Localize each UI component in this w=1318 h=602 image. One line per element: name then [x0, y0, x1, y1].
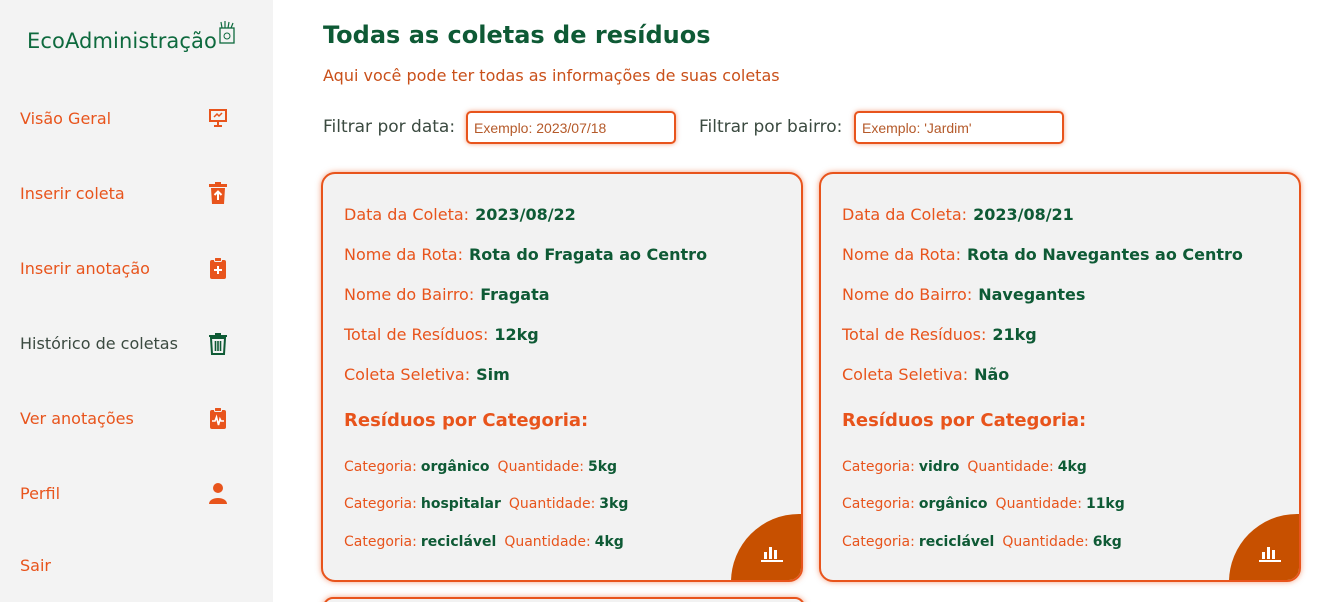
card-date-row: Data da Coleta: 2023/08/21 — [842, 205, 1074, 224]
clipboard-pulse-icon — [210, 407, 226, 429]
sidebar: EcoAdministração Visão Geral Inserir col… — [0, 0, 273, 602]
sidebar-item-visao-geral[interactable]: Visão Geral — [20, 103, 240, 133]
sidebar-item-label: Inserir anotação — [20, 258, 150, 278]
card-bairro: Fragata — [480, 285, 550, 304]
presentation-icon — [209, 109, 227, 127]
category-row: Categoria: vidro Quantidade: 4kg — [842, 459, 1087, 475]
collection-card: Data da Coleta: 2023/08/21 Nome da Rota: R… — [819, 172, 1301, 582]
sidebar-item-sair[interactable]: Sair — [20, 550, 240, 580]
card-total-row: Total de Resíduos: 12kg — [344, 325, 539, 344]
collection-card-partial — [323, 597, 805, 602]
chart-button[interactable] — [731, 514, 801, 580]
sidebar-item-ver-anotacoes[interactable]: Ver anotações — [20, 403, 240, 433]
card-seletiva: Sim — [476, 365, 510, 384]
card-seletiva: Não — [974, 365, 1010, 384]
card-route-row: Nome da Rota: Rota do Fragata ao Centro — [344, 245, 708, 264]
sidebar-item-label: Perfil — [20, 483, 61, 503]
card-date: 2023/08/21 — [973, 205, 1074, 224]
bairro-filter-label: Filtrar por bairro: — [699, 117, 843, 137]
main-content: Todas as coletas de resíduos Aqui você p… — [273, 0, 1318, 602]
card-date: 2023/08/22 — [475, 205, 576, 224]
card-total-row: Total de Resíduos: 21kg — [842, 325, 1037, 344]
bar-chart-icon — [1259, 547, 1281, 562]
recycle-bin-logo-icon — [219, 21, 235, 44]
sidebar-item-inserir-anotacao[interactable]: Inserir anotação — [20, 253, 240, 283]
category-row: Categoria: orgânico Quantidade: 5kg — [344, 459, 618, 475]
chart-button[interactable] — [1229, 514, 1299, 580]
sidebar-item-label: Ver anotações — [20, 408, 134, 428]
date-filter-label: Filtrar por data: — [323, 117, 456, 137]
category-row: Categoria: reciclável Quantidade: 6kg — [842, 534, 1122, 550]
date-filter-input[interactable] — [466, 111, 676, 144]
card-bairro-row: Nome do Bairro: Navegantes — [842, 285, 1086, 304]
card-route: Rota do Fragata ao Centro — [468, 245, 708, 264]
category-row: Categoria: orgânico Quantidade: 11kg — [842, 496, 1125, 512]
trash-can-icon — [209, 333, 227, 355]
sidebar-item-label: Histórico de coletas — [20, 333, 178, 353]
card-bairro: Navegantes — [978, 285, 1086, 304]
sidebar-item-historico[interactable]: Histórico de coletas — [20, 328, 240, 358]
card-seletiva-row: Coleta Seletiva: Sim — [344, 365, 510, 384]
app-logo: EcoAdministração — [27, 29, 217, 53]
bairro-filter-input[interactable] — [854, 111, 1064, 144]
bar-chart-icon — [761, 547, 783, 562]
card-route-row: Nome da Rota: Rota do Navegantes ao Centr… — [842, 245, 1243, 264]
sidebar-item-label: Sair — [20, 555, 51, 575]
clipboard-plus-icon — [210, 257, 226, 279]
category-row: Categoria: reciclável Quantidade: 4kg — [344, 534, 624, 550]
category-row: Categoria: hospitalar Quantidade: 3kg — [344, 496, 629, 512]
sidebar-item-label: Visão Geral — [20, 108, 112, 128]
card-total: 21kg — [992, 325, 1037, 344]
page-title: Todas as coletas de resíduos — [323, 21, 711, 49]
card-seletiva-row: Coleta Seletiva: Não — [842, 365, 1010, 384]
card-total: 12kg — [494, 325, 539, 344]
collection-card: Data da Coleta: 2023/08/22 Nome da Rota: R… — [321, 172, 803, 582]
user-icon — [209, 483, 227, 504]
sidebar-item-perfil[interactable]: Perfil — [20, 478, 240, 508]
sidebar-item-inserir-coleta[interactable]: Inserir coleta — [20, 178, 240, 208]
card-date-row: Data da Coleta: 2023/08/22 — [344, 205, 576, 224]
categories-title: Resíduos por Categoria: — [344, 410, 589, 431]
trash-upload-icon — [209, 182, 227, 204]
card-route: Rota do Navegantes ao Centro — [966, 245, 1243, 264]
page-subtitle: Aqui você pode ter todas as informações … — [323, 66, 780, 85]
sidebar-item-label: Inserir coleta — [20, 183, 125, 203]
card-bairro-row: Nome do Bairro: Fragata — [344, 285, 550, 304]
categories-title: Resíduos por Categoria: — [842, 410, 1087, 431]
